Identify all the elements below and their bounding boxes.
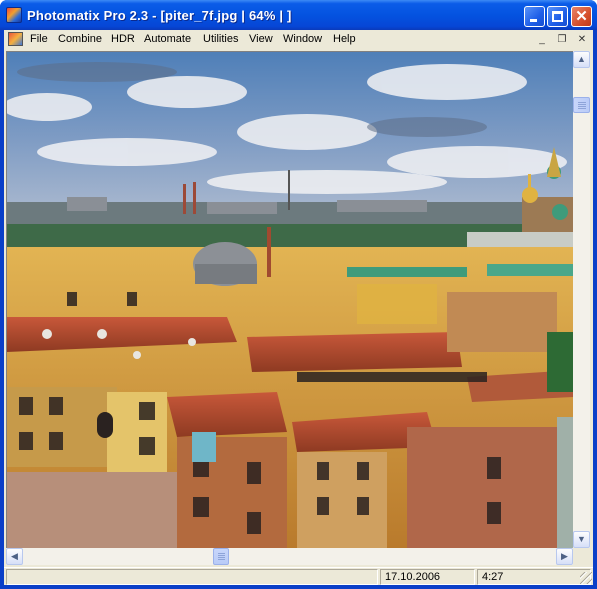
maximize-button[interactable] [547,6,568,27]
menu-help[interactable]: Help [331,30,358,49]
mdi-restore-button[interactable]: ❐ [555,33,569,46]
horizontal-scroll-thumb[interactable] [213,548,229,565]
menu-combine[interactable]: Combine [56,30,104,49]
title-bar[interactable]: Photomatix Pro 2.3 - [piter_7f.jpg | 64%… [0,0,597,30]
image-canvas[interactable] [6,51,573,548]
city-rooftops-image [7,52,573,548]
horizontal-scrollbar[interactable]: ◀ ▶ [6,548,573,565]
status-message [6,569,378,585]
menu-hdr[interactable]: HDR [109,30,137,49]
scroll-down-button[interactable]: ▼ [573,531,590,548]
menu-bar: File Combine HDR Automate Utilities View… [4,30,593,49]
close-button[interactable]: ✕ [571,6,592,27]
vertical-scroll-thumb[interactable] [573,97,590,113]
window-title: Photomatix Pro 2.3 - [piter_7f.jpg | 64%… [27,8,292,23]
minimize-button[interactable] [524,6,545,27]
photomatix-app-icon[interactable] [6,7,22,23]
scroll-right-button[interactable]: ▶ [556,548,573,565]
menu-file[interactable]: File [28,30,50,49]
vertical-scrollbar[interactable]: ▲ ▼ [573,51,590,548]
resize-grip[interactable] [580,572,592,584]
menu-window[interactable]: Window [281,30,324,49]
client-area: File Combine HDR Automate Utilities View… [4,30,593,585]
minimize-icon [530,19,537,22]
dome [193,242,257,286]
scroll-up-button[interactable]: ▲ [573,51,590,68]
menu-view[interactable]: View [247,30,275,49]
mdi-minimize-button[interactable]: _ [535,33,549,46]
scroll-left-button[interactable]: ◀ [6,548,23,565]
scroll-corner [573,548,590,565]
menu-automate[interactable]: Automate [142,30,193,49]
status-bar: 17.10.2006 4:27 [4,567,593,585]
status-time: 4:27 [477,569,591,585]
thumb-grip [218,553,225,561]
app-window: Photomatix Pro 2.3 - [piter_7f.jpg | 64%… [0,0,597,589]
document-icon[interactable] [8,32,23,46]
close-icon: ✕ [575,8,588,25]
status-date: 17.10.2006 [380,569,475,585]
mdi-close-button[interactable]: ✕ [575,33,589,46]
maximize-icon [552,11,563,22]
thumb-grip [578,102,586,109]
menu-utilities[interactable]: Utilities [201,30,240,49]
